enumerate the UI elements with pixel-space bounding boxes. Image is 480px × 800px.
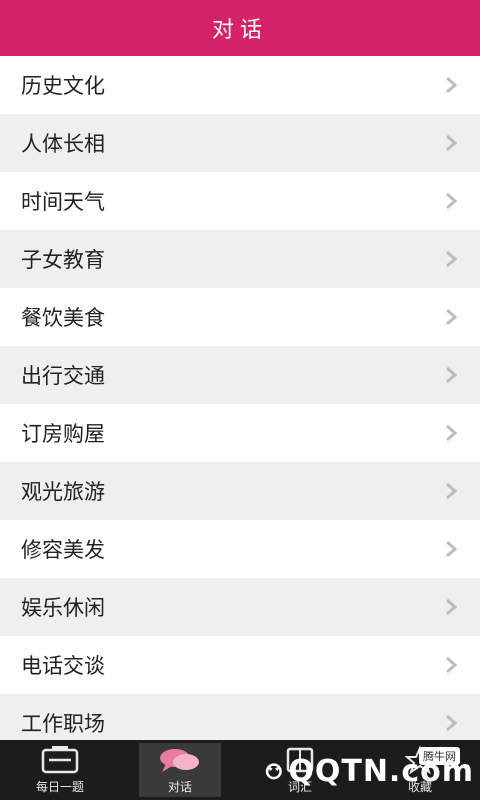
list-item[interactable]: 电话交谈 [0, 636, 480, 694]
chevron-right-icon [444, 540, 458, 558]
chevron-right-icon [444, 250, 458, 268]
tab-label: 每日一题 [35, 780, 84, 794]
list-item[interactable]: 修容美发 [0, 520, 480, 578]
list-item[interactable]: 娱乐休闲 [0, 578, 480, 636]
list-item[interactable]: 订房购屋 [0, 404, 480, 462]
list-item-label: 观光旅游 [21, 480, 105, 504]
chevron-right-icon [444, 714, 458, 732]
chevron-right-icon [444, 308, 458, 326]
chevron-right-icon [444, 424, 458, 442]
chevron-right-icon [444, 482, 458, 500]
tab-dialogue[interactable]: 对话 [139, 743, 221, 797]
list-item[interactable]: 出行交通 [0, 346, 480, 404]
tab-vocabulary[interactable]: 词汇 [240, 740, 360, 800]
list-item-label: 娱乐休闲 [21, 596, 105, 620]
list-item-label: 出行交通 [21, 364, 105, 388]
chevron-right-icon [444, 134, 458, 152]
list-item-label: 人体长相 [21, 132, 105, 156]
topic-list: 历史文化 人体长相 时间天气 子女教育 餐饮美食 出行交通 订房购屋 观光旅游 … [0, 56, 480, 740]
star-icon [405, 745, 435, 775]
title-bar: 对话 [0, 0, 480, 56]
list-item[interactable]: 历史文化 [0, 56, 480, 114]
chevron-right-icon [444, 192, 458, 210]
list-item[interactable]: 观光旅游 [0, 462, 480, 520]
book-icon [282, 745, 318, 775]
chevron-right-icon [444, 656, 458, 674]
list-item[interactable]: 子女教育 [0, 230, 480, 288]
list-item-label: 修容美发 [21, 538, 105, 562]
list-item-label: 电话交谈 [21, 654, 105, 678]
list-item-label: 历史文化 [21, 74, 105, 98]
chevron-right-icon [444, 76, 458, 94]
list-item[interactable]: 餐饮美食 [0, 288, 480, 346]
list-item-label: 子女教育 [21, 248, 105, 272]
page-title: 对话 [211, 18, 268, 43]
list-item-label: 时间天气 [21, 190, 105, 214]
chevron-right-icon [444, 598, 458, 616]
tab-label: 收藏 [407, 780, 432, 794]
tab-label: 词汇 [287, 780, 312, 794]
list-item[interactable]: 工作职场 [0, 694, 480, 740]
chat-bubbles-icon [158, 745, 202, 775]
chevron-right-icon [444, 366, 458, 384]
list-item-label: 工作职场 [21, 712, 105, 736]
tab-label: 对话 [167, 780, 192, 794]
calendar-icon [40, 745, 80, 775]
bottom-tab-bar: 每日一题 对话 词汇 收藏 [0, 740, 480, 800]
list-item-label: 餐饮美食 [21, 306, 105, 330]
tab-daily-question[interactable]: 每日一题 [0, 740, 120, 800]
tab-favorites[interactable]: 收藏 [360, 740, 480, 800]
list-item-label: 订房购屋 [21, 422, 105, 446]
list-item[interactable]: 人体长相 [0, 114, 480, 172]
list-item[interactable]: 时间天气 [0, 172, 480, 230]
